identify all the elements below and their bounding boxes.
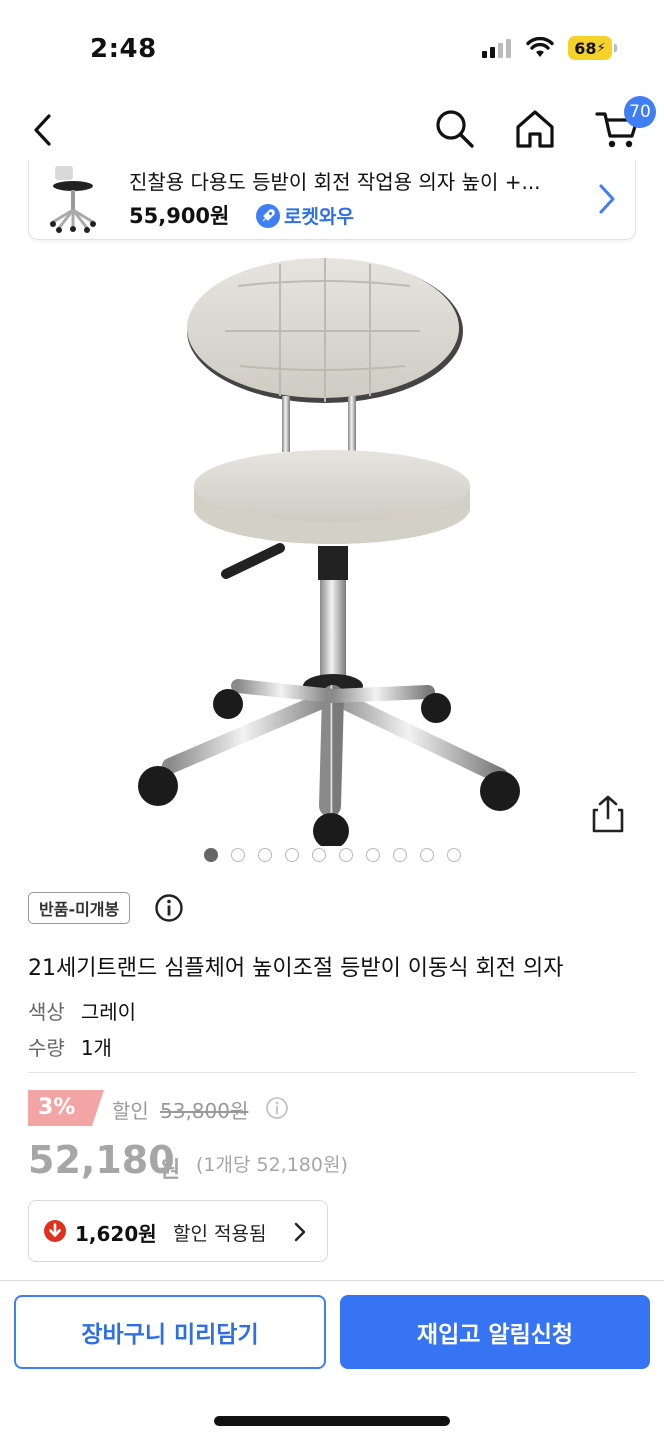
home-icon[interactable]	[512, 106, 558, 152]
arrow-down-circle-icon	[44, 1220, 66, 1242]
back-button[interactable]	[22, 108, 62, 152]
info-icon[interactable]	[154, 893, 184, 923]
pagination-dot[interactable]	[230, 848, 245, 862]
pagination-dot[interactable]	[338, 848, 353, 862]
chevron-right-icon	[599, 184, 615, 214]
signal-icon	[482, 39, 511, 58]
status-icons: 68 ⚡	[482, 36, 617, 60]
pagination-dot[interactable]	[446, 848, 461, 862]
status-bar: 2:48 68 ⚡	[0, 0, 664, 96]
rocket-wow-label: 로켓와우	[284, 206, 354, 228]
chevron-left-icon	[34, 114, 51, 146]
search-icon[interactable]	[432, 106, 478, 152]
option-color-label: 색상	[28, 1000, 65, 1024]
original-price: 53,800원	[160, 1099, 249, 1123]
chevron-right-icon	[294, 1222, 306, 1242]
pagination-dot[interactable]	[257, 848, 272, 862]
discount-applied-label: 할인 적용됨	[173, 1223, 267, 1245]
option-quantity-label: 수량	[28, 1036, 65, 1060]
restock-alert-button[interactable]: 재입고 알림신청	[340, 1295, 650, 1369]
rocket-wow-badge: 로켓와우	[255, 202, 354, 229]
bottom-bar-separator	[0, 1280, 664, 1281]
sticky-product-card[interactable]: 진찰용 다용도 등받이 회전 작업용 의자 높이 +... 55,900원 로켓…	[28, 160, 636, 240]
cart-count-badge: 70	[624, 96, 656, 128]
option-quantity-row: 수량 1개	[28, 1032, 112, 1061]
option-quantity-value: 1개	[80, 1036, 112, 1060]
pagination-dot[interactable]	[311, 848, 326, 862]
product-thumbnail	[50, 166, 96, 233]
return-condition-tag: 반품-미개봉	[28, 892, 131, 924]
discount-amount: 1,620원	[75, 1222, 157, 1246]
discount-rate: 3%	[38, 1095, 76, 1120]
rocket-icon	[256, 203, 280, 228]
pagination-dot[interactable]	[203, 848, 218, 862]
price-info-icon[interactable]	[265, 1096, 289, 1120]
top-nav-bar	[0, 96, 664, 164]
mini-product-price: 55,900원	[129, 204, 230, 228]
pagination-dot[interactable]	[419, 848, 434, 862]
sale-price: 52,180	[28, 1138, 175, 1182]
pagination-dot[interactable]	[284, 848, 299, 862]
sale-price-unit: 원	[160, 1158, 181, 1183]
product-main-image[interactable]	[0, 246, 664, 846]
share-icon[interactable]	[590, 794, 626, 834]
charging-icon: ⚡	[596, 40, 606, 56]
pagination-dot[interactable]	[365, 848, 380, 862]
add-to-cart-button[interactable]: 장바구니 미리담기	[14, 1295, 326, 1369]
option-color-value: 그레이	[80, 1000, 137, 1024]
wifi-icon	[526, 37, 554, 57]
applied-discount-button[interactable]: 1,620원 할인 적용됨	[28, 1200, 328, 1262]
product-title: 21세기트랜드 심플체어 높이조절 등받이 이동식 회전 의자	[28, 956, 564, 981]
unit-price: (1개당 52,180원)	[196, 1154, 348, 1176]
status-time: 2:48	[90, 34, 157, 64]
mini-product-title: 진찰용 다용도 등받이 회전 작업용 의자 높이 +...	[129, 170, 541, 194]
pagination-dot[interactable]	[392, 848, 407, 862]
home-indicator	[214, 1416, 450, 1426]
battery-indicator: 68 ⚡	[568, 36, 617, 60]
discount-label: 할인	[112, 1099, 149, 1123]
option-color-row: 색상 그레이	[28, 996, 136, 1025]
image-pagination	[0, 848, 664, 862]
battery-level: 68	[574, 38, 597, 58]
divider	[28, 1072, 636, 1073]
